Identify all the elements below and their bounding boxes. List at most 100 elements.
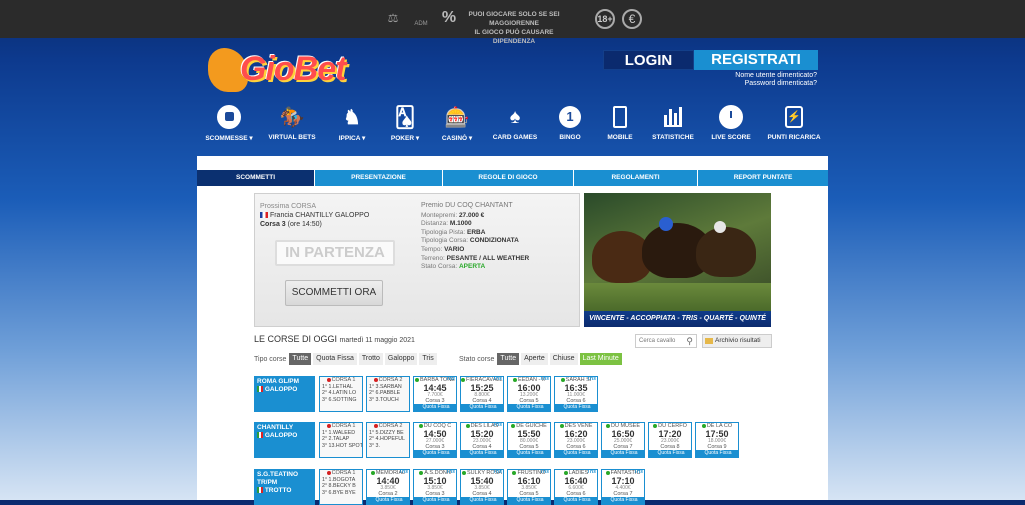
nav-item-mobile[interactable]: MOBILE — [590, 104, 650, 141]
filter-stato-aperte[interactable]: Aperte — [521, 353, 548, 365]
races-today-title: LE CORSE DI OGGI martedì 11 maggio 2021 — [254, 334, 415, 344]
logo-text: GioBet — [240, 50, 346, 88]
folder-icon — [705, 338, 713, 344]
quota-fissa-label: Quota Fissa — [602, 497, 644, 504]
nav-item-ippica[interactable]: ♞ IPPICA ▾ — [322, 104, 382, 143]
race-card[interactable]: Tris BARBA TONE 14:45 7.700€ Corsa 3 Quota Fi… — [413, 376, 457, 412]
forgot-password-link[interactable]: Password dimenticata? — [700, 80, 817, 88]
register-button[interactable]: REGISTRATI — [694, 50, 818, 70]
detail-row: Terreno: PESANTE / ALL WEATHER — [421, 254, 530, 262]
archivio-risultati-button[interactable]: Archivio risultati — [702, 334, 772, 348]
nav-item-punti-ricarica[interactable]: ⚡ PUNTI RICARICA — [764, 104, 824, 141]
race-details: Premio DU COQ CHANTANT Montepremi: 27.00… — [421, 202, 529, 272]
filter-tipo-trotto[interactable]: Trotto — [358, 353, 383, 365]
search-horse-input[interactable]: Cerca cavallo ⚲ — [635, 334, 697, 348]
race-card[interactable]: Tris SARAH SI 16:35 11.000€ Corsa 6 Quota Fis… — [554, 376, 598, 412]
race-card[interactable]: Tris EEDAN - II 16:00 13.200€ Corsa 5 Quota F… — [507, 376, 551, 412]
regulatory-topbar: ⚖ ADM % PUOI GIOCARE SOLO SE SEI MAGGIOR… — [0, 0, 1025, 45]
nav-item-poker[interactable]: 🂡 POKER ▾ — [375, 104, 435, 143]
venue-name: S.G.TEATINO TR/PM — [257, 471, 299, 486]
filter-tipo-quota-fissa[interactable]: Quota Fissa — [313, 353, 357, 365]
next-race-number-row: Corsa 3 (ore 14:50) — [260, 220, 369, 229]
adm-logo-icon: ⚖ — [387, 11, 399, 25]
nav-item-virtual-bets[interactable]: 🏇 VIRTUAL BETS — [262, 104, 322, 142]
clock-icon — [718, 104, 744, 130]
race-card[interactable]: DU COQ C 14:50 27.000€ Corsa 3 Quota Fissa — [413, 422, 457, 458]
result-card[interactable]: CORSA 2 1° 5.DIZZY BE 2° 4.HOPEFUL 3° 3. — [366, 422, 410, 458]
racehorse-jockey-icon: 🏇 — [279, 106, 305, 129]
quota-fissa-label: Quota Fissa — [555, 497, 597, 504]
filter-stato-last-minute[interactable]: Last Minute — [579, 353, 622, 365]
open-dot-icon — [653, 423, 658, 428]
quota-fissa-label: Quota Fissa — [414, 497, 456, 504]
open-dot-icon — [559, 423, 564, 428]
nav-item-statistiche[interactable]: STATISTICHE — [643, 104, 703, 141]
result-line: 3° 3. — [369, 442, 380, 449]
venue-type: TROTTO — [257, 487, 312, 495]
open-dot-icon — [563, 470, 568, 475]
nav-item-live-score[interactable]: LIVE SCORE — [701, 104, 761, 141]
race-card[interactable]: DU CERFO 17:20 23.000€ Corsa 8 Quota Fissa — [648, 422, 692, 458]
open-dot-icon — [370, 470, 375, 475]
giobet-logo[interactable]: GioBet — [208, 48, 358, 94]
tab-presentazione[interactable]: PRESENTAZIONE — [315, 170, 443, 186]
italy-flag-icon — [257, 487, 263, 494]
result-line: 2° 8.BECKY B — [322, 483, 356, 490]
quota-fissa-label: Quota Fissa — [649, 450, 691, 457]
nav-label: VIRTUAL BETS — [268, 134, 316, 141]
open-dot-icon — [415, 377, 420, 382]
tab-regolamenti[interactable]: REGOLAMENTI — [574, 170, 698, 186]
age-warning-line1: PUOI GIOCARE SOLO SE SEI MAGGIORENNE — [468, 11, 560, 27]
filter-tipo-tutte[interactable]: Tutte — [289, 353, 312, 365]
bar-chart-icon — [660, 104, 686, 130]
nav-item-scommesse[interactable]: SCOMMESSE ▾ — [199, 104, 259, 142]
result-card[interactable]: CORSA 1 1° 1.LETHAL 2° 4.LATIN LO 3° 6.SOTT… — [319, 376, 363, 412]
tipo-corse-filter: Tipo corse Tutte Quota Fissa Trotto Galo… — [254, 353, 439, 365]
race-card[interactable]: DES VENE 16:20 23.000€ Corsa 6 Quota Fissa — [554, 422, 598, 458]
nav-label: MOBILE — [607, 134, 633, 141]
nav-item-card-games[interactable]: ♠ CARD GAMES — [485, 104, 545, 142]
filter-stato-chiuse[interactable]: Chiuse — [549, 353, 578, 365]
search-icon[interactable]: ⚲ — [686, 335, 693, 347]
open-dot-icon — [419, 470, 424, 475]
nav-label: PUNTI RICARICA — [767, 134, 821, 141]
race-card[interactable]: Tris DES LILAS 15:20 23.000€ Corsa 4 Quota Fi… — [460, 422, 504, 458]
next-race-time: (ore 14:50) — [287, 221, 322, 228]
italy-flag-icon — [257, 386, 263, 393]
scommetti-ora-button[interactable]: SCOMMETTI ORA — [285, 280, 383, 306]
detail-row: Tipologia Corsa: CONDIZIONATA — [421, 237, 519, 245]
result-card[interactable]: CORSA 2 1° 3.SARBAN 2° 6.PABBLE 3° 3.TOUCH — [366, 376, 410, 412]
quota-fissa-label: Quota Fissa — [555, 450, 597, 457]
filter-tipo-tris[interactable]: Tris — [419, 353, 437, 365]
stato-corse-label: Stato corse — [459, 355, 495, 363]
nav-item-casino[interactable]: 🎰 CASINÒ ▾ — [427, 104, 487, 143]
quota-fissa-label: Quota Fissa — [696, 450, 738, 457]
meeting-venue[interactable]: CHANTILLY GALOPPO — [254, 422, 315, 458]
tab-regole-di-gioco[interactable]: REGOLE DI GIOCO — [443, 170, 574, 186]
forgot-username-link[interactable]: Nome utente dimenticato? — [700, 72, 817, 80]
open-dot-icon — [461, 377, 465, 382]
race-card[interactable]: DE GUICHE 15:50 80.000€ Corsa 5 Quota Fissa — [507, 422, 551, 458]
result-title: CORSA 2 — [367, 377, 409, 384]
filter-tipo-galoppo[interactable]: Galoppo — [384, 353, 418, 365]
tab-scommetti[interactable]: SCOMMETTI — [197, 170, 315, 186]
nav-label: IPPICA ▾ — [338, 135, 366, 142]
stato-corse-filter: Stato corse Tutte Aperte Chiuse Last Min… — [459, 353, 624, 365]
venue-type: GALOPPO — [257, 432, 312, 440]
meeting-venue[interactable]: ROMA GL/PM GALOPPO — [254, 376, 315, 412]
next-race-box: Prossima CORSA Francia CHANTILLY GALOPPO… — [254, 193, 580, 327]
race-card[interactable]: DE LA CO 17:50 18.000€ Corsa 9 Quota Fissa — [695, 422, 739, 458]
quota-fissa-label: Quota Fissa — [367, 497, 409, 504]
filter-stato-tutte[interactable]: Tutte — [497, 353, 520, 365]
tris-badge: Tris — [586, 376, 596, 382]
nav-label: POKER ▾ — [390, 135, 420, 142]
result-card[interactable]: CORSA 1 1° 1.WALEED 2° 2.TALAP 3° 13.HOT SP… — [319, 422, 363, 458]
tab-report-puntate[interactable]: REPORT PUNTATE — [698, 170, 828, 186]
quota-fissa-label: Quota Fissa — [461, 497, 503, 504]
race-card[interactable]: DU MUSEE 16:50 25.000€ Corsa 7 Quota Fissa — [601, 422, 645, 458]
archivio-label: Archivio risultati — [715, 337, 761, 344]
soccer-ball-icon — [216, 104, 242, 130]
race-card[interactable]: Tris FIERACAVALLI 15:25 8.800€ Corsa 4 Quota … — [460, 376, 504, 412]
jockey-figure — [714, 221, 726, 233]
login-button[interactable]: LOGIN — [603, 50, 694, 70]
